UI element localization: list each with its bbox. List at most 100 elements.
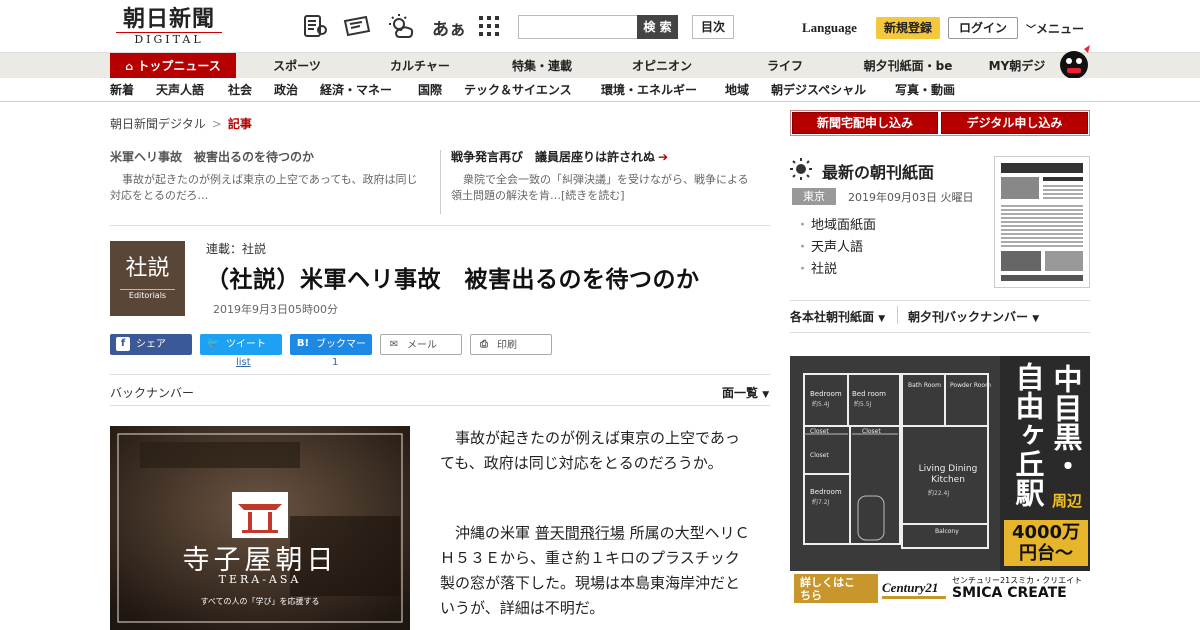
search-button[interactable]: 検 索 xyxy=(637,15,678,39)
grid-icon[interactable] xyxy=(478,13,500,39)
facebook-share-button[interactable]: f シェア xyxy=(110,334,192,355)
arrow-right-icon: ➔ xyxy=(658,150,669,164)
dropdown-label: 朝夕刊バックナンバー xyxy=(908,310,1029,324)
subnav-tensei[interactable]: 天声人語 xyxy=(156,78,204,102)
backnumber-dropdown[interactable]: 朝夕刊バックナンバー ▼ xyxy=(908,308,1039,325)
twitter-count[interactable]: list xyxy=(236,357,251,368)
nav-paper[interactable]: 朝夕刊紙面・be xyxy=(856,53,960,79)
coupon-icon[interactable] xyxy=(342,13,372,39)
banner-subtitle: TERA-ASA xyxy=(218,573,302,586)
divider xyxy=(110,374,770,375)
nav-life[interactable]: ライフ xyxy=(752,53,818,79)
twitter-share-button[interactable]: 🐦 ツイート xyxy=(200,334,282,355)
sidebar-link-region[interactable]: 地域面紙面 xyxy=(796,214,876,233)
nav-features[interactable]: 特集・連載 xyxy=(496,53,588,79)
ad-text-panel: 中目黒・ 自由ヶ丘駅 周辺 4000万 円台～ xyxy=(1000,356,1090,571)
nav-top-news[interactable]: ⌂ トップニュース xyxy=(110,53,236,79)
sidebar-link-tensei[interactable]: 天声人語 xyxy=(796,236,863,255)
sidebar-link-editorial[interactable]: 社説 xyxy=(796,258,837,277)
newspaper-thumbnail[interactable] xyxy=(994,156,1090,288)
dropdown-label: 各本社朝刊紙面 xyxy=(790,310,875,324)
page-list-label: 面一覧 xyxy=(722,386,759,400)
site-logo[interactable]: 朝日新聞 DIGITAL xyxy=(110,6,228,48)
breadcrumb-home[interactable]: 朝日新聞デジタル xyxy=(110,117,206,131)
sun-icon xyxy=(790,158,812,180)
subscribe-frame xyxy=(790,110,1090,136)
hatena-count[interactable]: 1 xyxy=(332,357,338,368)
main-office-dropdown[interactable]: 各本社朝刊紙面 ▼ xyxy=(790,308,885,325)
nav-sports[interactable]: スポーツ xyxy=(258,53,336,79)
subnav-environment[interactable]: 環境・エネルギー xyxy=(601,78,697,102)
page-list-dropdown[interactable]: 面一覧 ▼ xyxy=(722,384,769,401)
divider xyxy=(440,150,441,214)
print-button[interactable]: ⎙ 印刷 xyxy=(470,334,552,355)
home-icon: ⌂ xyxy=(125,60,134,73)
ad-area: 周辺 xyxy=(1052,492,1083,510)
toc-button[interactable]: 目次 xyxy=(692,15,734,39)
nav-culture[interactable]: カルチャー xyxy=(374,53,466,79)
series-label[interactable]: 連載：社説 xyxy=(206,240,266,257)
login-button[interactable]: ログイン xyxy=(948,17,1018,39)
subnav-politics[interactable]: 政治 xyxy=(274,78,298,102)
ad-price: 4000万 円台～ xyxy=(1004,520,1088,566)
divider xyxy=(110,225,770,226)
menu-button[interactable]: ﹀メニュー xyxy=(1026,20,1084,37)
related-article[interactable]: 戦争発言再び 議員居座りは許されぬ ➔ 衆院で全会一致の「糾弾決議」を受けながら、… xyxy=(451,148,751,214)
nav-opinion[interactable]: オピニオン xyxy=(616,53,708,79)
subnav-tech[interactable]: テック＆サイエンス xyxy=(464,78,572,102)
font-size-icon[interactable]: あぁ xyxy=(432,15,466,40)
breadcrumb-sep: > xyxy=(211,117,222,131)
subnav-new[interactable]: 新着 xyxy=(110,78,134,102)
subnav-economy[interactable]: 経済・マネー xyxy=(320,78,392,102)
futenma-link[interactable]: 普天間飛行場 xyxy=(535,524,625,542)
article-paragraph: 事故が起きたのが例えば東京の上空であっても、政府は同じ対応をとるのだろうか。 xyxy=(440,429,740,472)
share-label: ツイート xyxy=(226,339,266,350)
subnav-special[interactable]: 朝デジスペシャル xyxy=(771,78,866,102)
hatena-bookmark-button[interactable]: B! ブックマーク xyxy=(290,334,372,371)
ad-company-en: SMICA CREATE xyxy=(952,585,1067,601)
search-input[interactable] xyxy=(518,15,638,39)
real-estate-ad[interactable]: Bedroom 約5.4J Bed room 約5.5J Bath Room P… xyxy=(790,356,1090,606)
tera-asa-banner[interactable]: 寺子屋朝日 TERA-ASA すべての人の「学び」を応援する xyxy=(110,426,410,630)
room-size: 約5.4J xyxy=(812,401,830,408)
caret-down-icon: ▼ xyxy=(762,390,770,400)
register-button[interactable]: 新規登録 xyxy=(876,17,940,39)
language-link[interactable]: Language xyxy=(802,20,857,36)
ad-footer: 詳しくはこちら Century21 センチュリー21スミカ・クリエイト SMIC… xyxy=(790,571,1090,606)
subnav-international[interactable]: 国際 xyxy=(418,78,442,102)
mascot-icon[interactable] xyxy=(1058,43,1092,79)
room-label: Powder Room xyxy=(950,382,991,389)
mail-icon: ✉ xyxy=(389,339,399,350)
room-size: 約5.5J xyxy=(854,401,872,408)
mail-button[interactable]: ✉ メール xyxy=(380,334,462,355)
century21-logo: Century21 xyxy=(882,577,946,599)
divider xyxy=(110,405,770,406)
menu-label: メニュー xyxy=(1036,22,1085,36)
nav-my[interactable]: MY朝デジ xyxy=(982,53,1052,79)
facebook-icon: f xyxy=(116,337,130,351)
subnav-photo[interactable]: 写真・動画 xyxy=(895,78,955,102)
room-label: Closet xyxy=(810,428,829,435)
ad-station-col2: 自由ヶ丘駅 xyxy=(1011,362,1045,507)
sub-nav: 新着 天声人語 社会 政治 経済・マネー 国際 テック＆サイエンス 環境・エネル… xyxy=(0,78,1200,102)
nav-label: トップニュース xyxy=(137,59,221,73)
share-label: メール xyxy=(407,340,437,351)
ad-detail-button[interactable]: 詳しくはこちら xyxy=(794,574,878,603)
caret-down-icon: ▼ xyxy=(878,314,886,324)
site-header: 朝日新聞 DIGITAL あぁ 検 索 目次 Language 新規登録 ログイ… xyxy=(0,0,1200,52)
banner-title: 寺子屋朝日 xyxy=(182,545,338,576)
room-label: Bedroom xyxy=(810,390,842,398)
hatena-icon: B! xyxy=(296,338,310,349)
ad-price-line2: 円台～ xyxy=(1019,543,1073,564)
ad-station-col1: 中目黒・ xyxy=(1049,364,1083,480)
breadcrumb: 朝日新聞デジタル > 記事 xyxy=(110,115,252,132)
subnav-region[interactable]: 地域 xyxy=(725,78,749,102)
subnav-society[interactable]: 社会 xyxy=(228,78,252,102)
weather-icon[interactable] xyxy=(386,13,416,39)
thumbnail-kanji: 社説 xyxy=(125,256,170,281)
newspaper-icon[interactable] xyxy=(302,13,328,39)
ad-price-line1: 4000万 xyxy=(1011,522,1081,543)
latest-paper-title: 最新の朝刊紙面 xyxy=(822,163,935,182)
backnumber-label: バックナンバー xyxy=(110,386,195,400)
related-article[interactable]: 米軍ヘリ事故 被害出るのを待つのか 事故が起きたのが例えば東京の上空であっても、… xyxy=(110,148,428,214)
